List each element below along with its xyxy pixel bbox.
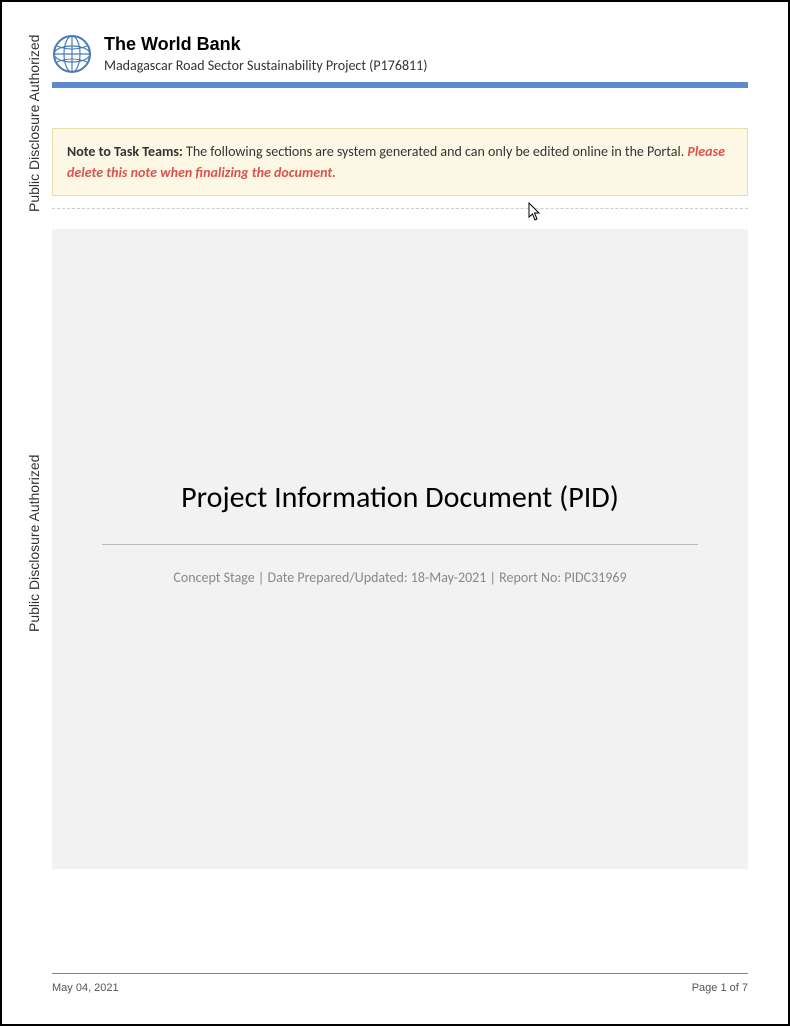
world-bank-logo-icon [52, 34, 92, 74]
document-title: Project Information Document (PID) [92, 479, 708, 516]
document-header: The World Bank Madagascar Road Sector Su… [52, 34, 748, 74]
note-lead: Note to Task Teams: [67, 143, 183, 160]
document-meta: Concept Stage | Date Prepared/Updated: 1… [92, 569, 708, 586]
title-rule [102, 544, 698, 545]
note-body: The following sections are system genera… [183, 143, 688, 160]
task-team-note: Note to Task Teams: The following sectio… [52, 128, 748, 196]
title-panel: Project Information Document (PID) Conce… [52, 229, 748, 869]
document-page: Public Disclosure Authorized Public Disc… [4, 4, 786, 1022]
project-subtitle: Madagascar Road Sector Sustainability Pr… [104, 57, 427, 74]
org-name: The World Bank [104, 34, 427, 55]
dashed-separator [52, 208, 748, 209]
footer-page: Page 1 of 7 [692, 982, 748, 994]
disclosure-watermark: Public Disclosure Authorized [26, 32, 42, 212]
footer-date: May 04, 2021 [52, 982, 119, 994]
document-footer: May 04, 2021 Page 1 of 7 [52, 973, 748, 994]
header-divider [52, 82, 748, 88]
disclosure-watermark: Public Disclosure Authorized [26, 452, 42, 632]
cursor-icon [528, 202, 544, 227]
header-text: The World Bank Madagascar Road Sector Su… [104, 34, 427, 74]
